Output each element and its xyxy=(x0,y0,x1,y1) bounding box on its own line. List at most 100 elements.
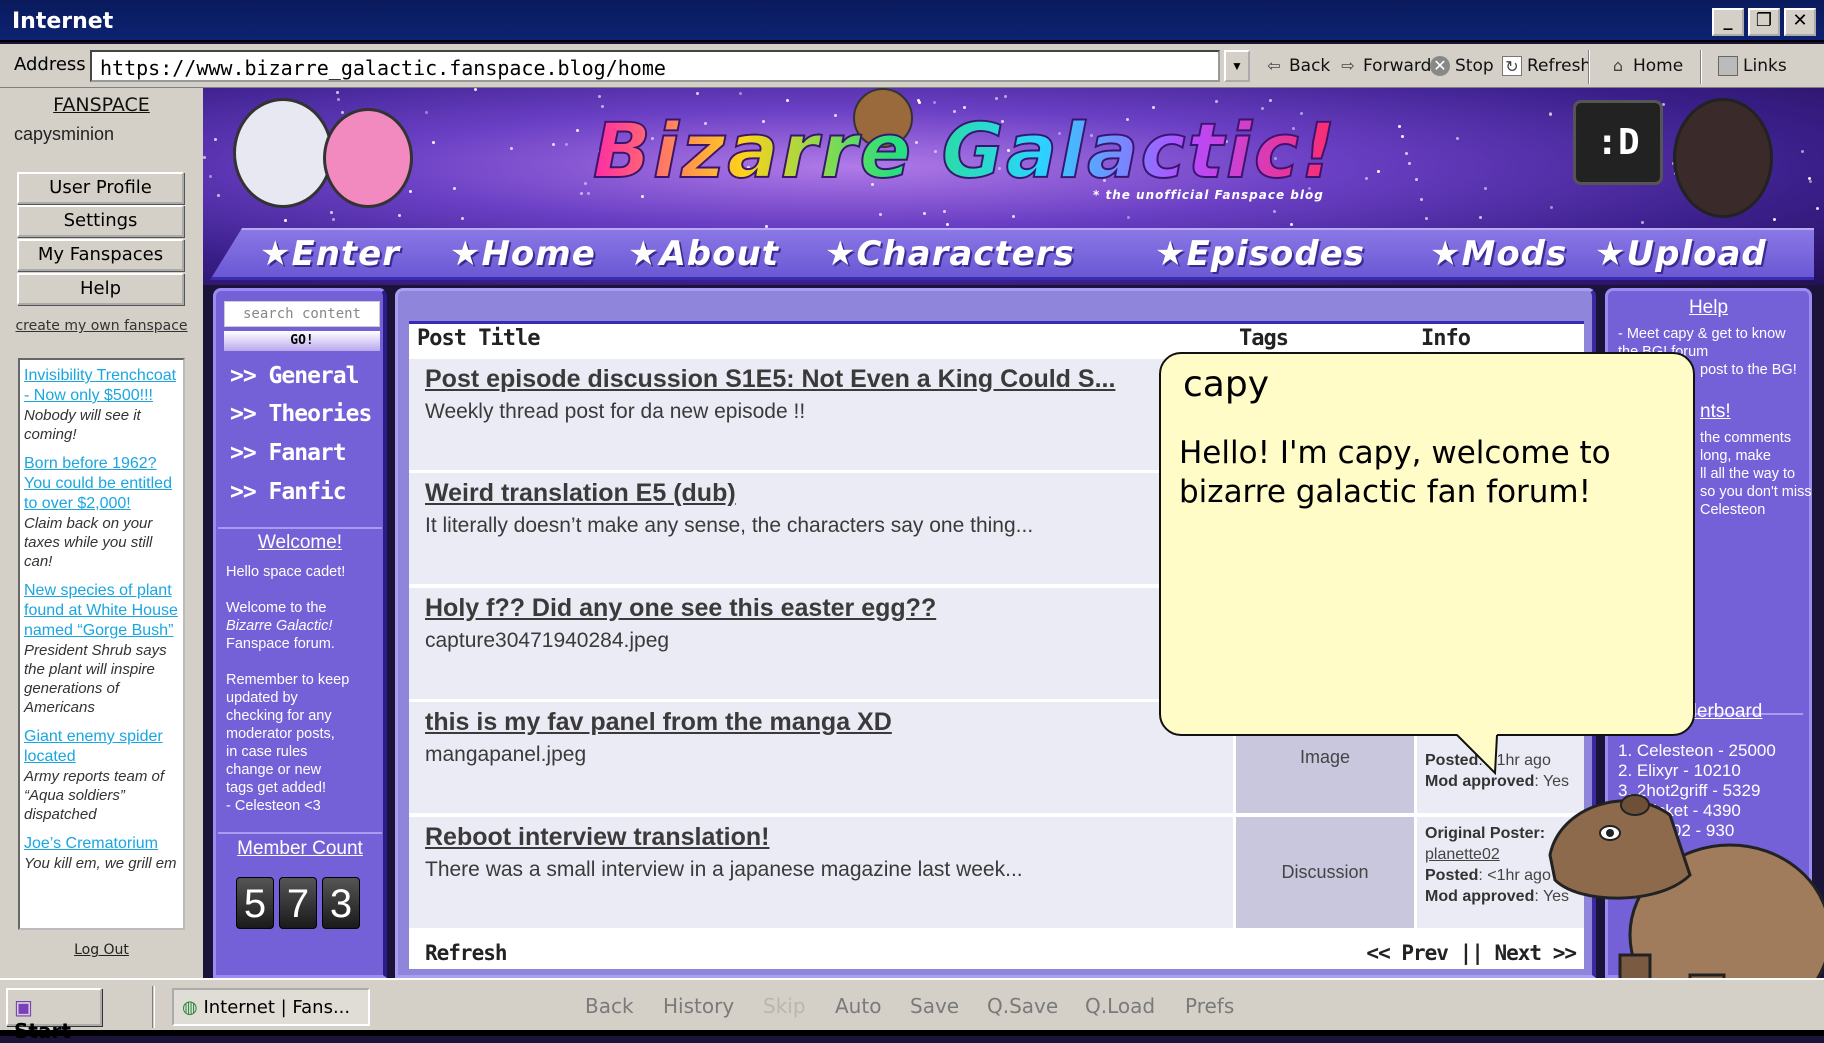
stop-button[interactable]: ✕ Stop xyxy=(1430,56,1494,76)
star-decoration xyxy=(942,210,946,214)
site-nav: ★Enter ★Home ★About ★Characters ★Episode… xyxy=(210,228,1814,280)
member-count-digit: 3 xyxy=(322,877,360,929)
search-input[interactable]: search content xyxy=(224,301,380,327)
ad-link[interactable]: Giant enemy spider located xyxy=(24,727,179,767)
section-line: long, make xyxy=(1700,448,1771,464)
minimize-button[interactable]: _ xyxy=(1712,8,1744,36)
post-title-link[interactable]: Holy f?? Did any one see this easter egg… xyxy=(425,594,1217,623)
stop-label: Stop xyxy=(1455,56,1494,76)
quick-menu-q-save[interactable]: Q.Save xyxy=(987,994,1058,1018)
nav-mods[interactable]: ★Mods xyxy=(1430,234,1567,274)
user-profile-button[interactable]: User Profile xyxy=(17,172,184,204)
fanspace-brand-link[interactable]: FANSPACE xyxy=(0,94,203,116)
alien-character-image xyxy=(323,108,413,208)
back-button[interactable]: ⇦ Back xyxy=(1264,56,1330,76)
links-button[interactable]: Links xyxy=(1718,56,1787,76)
welcome-text: Hello space cadet! Welcome to the Bizarr… xyxy=(226,564,350,814)
address-label: Address xyxy=(14,54,86,75)
settings-button[interactable]: Settings xyxy=(17,205,184,237)
ad-link[interactable]: Born before 1962? You could be entitled … xyxy=(24,454,179,514)
address-input[interactable]: https://www.bizarre_galactic.fanspace.bl… xyxy=(90,50,1220,82)
star-decoration xyxy=(340,110,344,114)
home-button[interactable]: ⌂ Home xyxy=(1608,56,1683,76)
post-title-link[interactable]: Weird translation E5 (dub) xyxy=(425,479,1217,508)
leaderboard-entry: 1. Celesteon - 25000 xyxy=(1618,741,1776,760)
taskbar-internet-window[interactable]: ◍ Internet | Fans... xyxy=(172,988,370,1026)
star-decoration xyxy=(576,129,580,133)
star-decoration xyxy=(216,193,220,197)
welcome-heading[interactable]: Welcome! xyxy=(216,532,384,554)
quick-menu-q-load[interactable]: Q.Load xyxy=(1085,994,1155,1018)
stop-icon: ✕ xyxy=(1430,56,1450,76)
refresh-posts-link[interactable]: Refresh xyxy=(425,941,508,965)
star-decoration xyxy=(994,96,998,100)
ad-item: Joe’s Crematorium You kill em, we grill e… xyxy=(24,834,179,873)
star-decoration xyxy=(1214,100,1218,104)
section-heading[interactable]: nts! xyxy=(1700,401,1731,423)
help-line: - Meet capy & get to know xyxy=(1618,326,1786,342)
member-count-heading[interactable]: Member Count xyxy=(216,838,384,860)
star-decoration xyxy=(1425,217,1429,221)
nav-home[interactable]: ★Home xyxy=(450,234,596,274)
astronaut-character-image xyxy=(233,98,333,208)
screen-bottom-edge xyxy=(0,1030,1824,1036)
create-fanspace-link[interactable]: create my own fanspace xyxy=(0,318,203,334)
logout-link[interactable]: Log Out xyxy=(0,942,203,958)
post-excerpt: There was a small interview in a japanes… xyxy=(425,858,1023,881)
my-fanspaces-button[interactable]: My Fanspaces xyxy=(17,239,184,271)
quick-menu-prefs[interactable]: Prefs xyxy=(1185,994,1234,1018)
taskbar: ▣ Start ◍ Internet | Fans... Back History… xyxy=(0,978,1824,1043)
post-tag[interactable]: Discussion xyxy=(1236,817,1414,928)
search-go-button[interactable]: GO! xyxy=(224,331,380,351)
refresh-button[interactable]: ↻ Refresh xyxy=(1502,56,1591,76)
globe-icon: ◍ xyxy=(182,997,198,1018)
star-decoration xyxy=(580,191,584,195)
nav-enter[interactable]: ★Enter xyxy=(260,234,400,274)
star-decoration xyxy=(1127,215,1131,219)
star-decoration xyxy=(1011,214,1015,218)
post-title-link[interactable]: this is my fav panel from the manga XD xyxy=(425,708,1217,737)
star-decoration xyxy=(1003,95,1007,99)
help-button[interactable]: Help xyxy=(17,273,184,305)
posted-label: Posted xyxy=(1425,867,1479,884)
star-decoration xyxy=(432,140,436,144)
nav-episodes[interactable]: ★Episodes xyxy=(1155,234,1365,274)
help-heading[interactable]: Help xyxy=(1608,297,1809,319)
nav-characters[interactable]: ★Characters xyxy=(825,234,1075,274)
category-fanfic[interactable]: >> Fanfic xyxy=(230,479,347,505)
forward-button[interactable]: ⇨ Forward xyxy=(1338,56,1431,76)
quick-menu-auto[interactable]: Auto xyxy=(835,994,881,1018)
quick-menu-back[interactable]: Back xyxy=(585,994,634,1018)
star-decoration xyxy=(1772,217,1776,221)
ad-link[interactable]: New species of plant found at White Hous… xyxy=(24,581,179,641)
star-decoration xyxy=(1376,170,1380,174)
star-decoration xyxy=(473,88,477,92)
star-decoration xyxy=(933,100,937,104)
start-button[interactable]: ▣ Start xyxy=(6,988,102,1043)
post-title-link[interactable]: Post episode discussion S1E5: Not Even a… xyxy=(425,365,1217,394)
back-label: Back xyxy=(1289,56,1331,76)
maximize-button[interactable]: ❐ xyxy=(1748,8,1780,36)
address-dropdown-icon[interactable]: ▼ xyxy=(1224,50,1250,82)
quick-menu-save[interactable]: Save xyxy=(910,994,959,1018)
address-toolbar: Address https://www.bizarre_galactic.fan… xyxy=(0,44,1824,88)
category-theories[interactable]: >> Theories xyxy=(230,401,372,427)
category-general[interactable]: >> General xyxy=(230,363,359,389)
star-decoration xyxy=(1419,197,1423,201)
nav-about[interactable]: ★About xyxy=(628,234,779,274)
nav-upload[interactable]: ★Upload xyxy=(1595,234,1767,274)
star-decoration xyxy=(1289,222,1293,226)
fanspace-sidebar: FANSPACE capysminion User Profile Settin… xyxy=(0,88,203,978)
ad-link[interactable]: Invisibility Trenchcoat - Now only $500!… xyxy=(24,366,179,406)
quick-menu-history[interactable]: History xyxy=(663,994,734,1018)
star-decoration xyxy=(214,138,218,142)
ad-link[interactable]: Joe’s Crematorium xyxy=(24,834,179,854)
table-row: Reboot interview translation! There was a… xyxy=(409,817,1584,928)
star-decoration xyxy=(1414,177,1418,181)
home-icon: ⌂ xyxy=(1612,56,1624,75)
close-button[interactable]: ✕ xyxy=(1784,8,1816,36)
star-decoration xyxy=(1815,206,1819,210)
category-fanart[interactable]: >> Fanart xyxy=(230,440,347,466)
post-title-link[interactable]: Reboot interview translation! xyxy=(425,823,1217,852)
column-header-title: Post Title xyxy=(417,326,540,351)
